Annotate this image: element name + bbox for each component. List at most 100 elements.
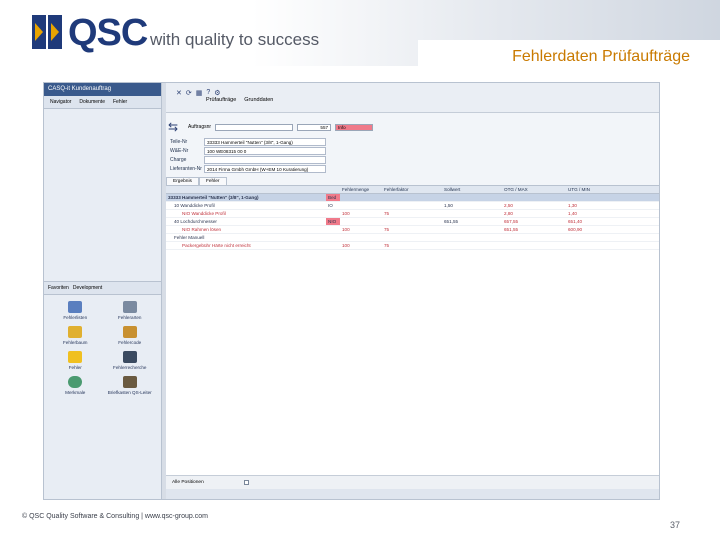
table-row[interactable]: 33333 Hammerteil "Nutten" (3/8", 1-Gang)… xyxy=(166,194,659,202)
table-row[interactable]: Packergebühr Härte nicht erreicht 100 75 xyxy=(166,242,659,250)
app-screenshot: CASQ-it Kundenauftrag Navigator Dokument… xyxy=(43,82,660,500)
left-tabs: Navigator Dokumente Fehler xyxy=(44,96,161,109)
cell-otg: 2,80 xyxy=(504,211,513,216)
cell-menge xyxy=(340,202,382,209)
lieferant-field[interactable]: 2014 Firma Gmbh GmbH (W+EM 10 Kuratierun… xyxy=(204,164,326,173)
navigator-area xyxy=(44,109,161,281)
we-nr-field[interactable]: 100 WE08315 00 0 xyxy=(204,146,326,155)
logo-text: QSC xyxy=(68,12,148,54)
cell-menge: 100 xyxy=(342,243,350,248)
table-row[interactable]: NIO Rahmen lösen 100 75 651,55 600,90 xyxy=(166,226,659,234)
fav-fehlerarten[interactable]: Fehlerarten xyxy=(103,301,158,320)
cell-soll xyxy=(442,210,502,217)
toolbar-pruefauftraege[interactable]: Prüfaufträge xyxy=(206,97,236,103)
toolbar-labels: Prüfaufträge Grunddaten xyxy=(206,97,273,103)
fav-fehlerbaum[interactable]: Fehlerbaum xyxy=(48,326,103,345)
col-header[interactable]: Sollwert xyxy=(442,186,502,193)
status-bar xyxy=(166,489,659,499)
form-label: Lieferanten-Nr xyxy=(170,165,202,172)
tab-development[interactable]: Development xyxy=(73,285,102,291)
defect-grid: Fehlermenge Fehlerfaktor Sollwert OTG / … xyxy=(166,185,659,475)
table-row[interactable]: Fehler Manuell xyxy=(166,234,659,242)
table-row[interactable]: 10 Wanddicke Profil IO 1,50 2,50 1,30 xyxy=(166,202,659,210)
fav-fehlerlisten[interactable]: Fehlerlisten xyxy=(48,301,103,320)
col-header[interactable]: OTG / MAX xyxy=(502,186,566,193)
form-label: W&E-Nr xyxy=(170,147,189,154)
tab-fehler[interactable]: Fehler xyxy=(111,99,129,105)
teile-nr-field[interactable]: 33333 Hammerteil "Nutten" (3/8", 1-Gang) xyxy=(204,137,326,146)
tab-dokumente[interactable]: Dokumente xyxy=(77,99,107,105)
fav-label: Fehlerarten xyxy=(118,315,142,320)
fav-briefkasten[interactable]: Briefkasten QS-Leiter xyxy=(103,376,158,395)
cell-menge xyxy=(340,194,382,201)
cell-menge: 100 xyxy=(342,211,350,216)
cell-soll xyxy=(442,194,502,201)
refresh-icon[interactable]: ⟳ xyxy=(186,89,192,97)
fav-merkmale[interactable]: Merkmale xyxy=(48,376,103,395)
copyright: © QSC Quality Software & Consulting | ww… xyxy=(22,513,208,520)
cell-name: NIO Wanddicke Profil xyxy=(182,211,226,216)
cell-utg: 651,40 xyxy=(568,219,583,224)
fav-fehlercode[interactable]: Fehlercode xyxy=(103,326,158,345)
cell-utg: 600,90 xyxy=(568,227,583,232)
main-panel: ✕ ⟳ ▦ ? ⚙ Prüfaufträge Grunddaten ⇆ Auft… xyxy=(166,83,659,499)
toolbar-grunddaten[interactable]: Grunddaten xyxy=(244,97,273,103)
cell-otg: 657,55 xyxy=(504,219,519,224)
cell-name: NIO Rahmen lösen xyxy=(182,227,222,232)
qsc-logo-icon xyxy=(32,15,64,49)
fav-fehler[interactable]: Fehler xyxy=(48,351,103,370)
cell-utg xyxy=(566,234,626,241)
col-header[interactable]: Fehlermenge xyxy=(340,186,382,193)
list-icon xyxy=(68,301,83,313)
close-icon[interactable]: ✕ xyxy=(176,89,182,97)
cell-flag xyxy=(326,210,340,217)
charge-field[interactable] xyxy=(204,155,326,164)
status-field: Info xyxy=(335,123,374,131)
grid-icon[interactable]: ▦ xyxy=(196,89,203,97)
cell-soll xyxy=(442,234,502,241)
tab-favoriten[interactable]: Favoriten xyxy=(48,285,69,291)
cell-flag xyxy=(326,234,340,241)
toolbar-icons: ✕ ⟳ ▦ ? ⚙ xyxy=(176,89,221,97)
cell-faktor: 75 xyxy=(384,243,390,248)
cell-faktor xyxy=(382,234,442,241)
order-input[interactable] xyxy=(215,123,294,131)
fav-fehlerrecherche[interactable]: Fehlerrecherche xyxy=(103,351,158,370)
help-icon[interactable]: ? xyxy=(206,89,210,97)
cell-otg xyxy=(502,234,566,241)
settings-icon[interactable]: ⚙ xyxy=(214,89,220,97)
fav-label: Briefkasten QS-Leiter xyxy=(107,390,152,395)
fav-label: Fehlerlisten xyxy=(63,315,88,320)
order-form: Teile-Nr 33333 Hammerteil "Nutten" (3/8"… xyxy=(166,137,659,173)
cell-flag xyxy=(326,226,340,233)
cell-utg xyxy=(566,194,626,201)
table-row[interactable]: NIO Wanddicke Profil 100 75 2,80 1,40 xyxy=(166,210,659,218)
all-positions-checkbox[interactable] xyxy=(243,480,249,485)
search-icon xyxy=(122,351,137,363)
all-positions-label: Alle Positionen xyxy=(172,480,204,485)
cell-otg: 2,50 xyxy=(504,203,513,208)
col-header[interactable] xyxy=(166,186,326,193)
left-panel-title: CASQ-it Kundenauftrag xyxy=(44,83,161,96)
tagline: with quality to success xyxy=(150,30,320,49)
cell-otg xyxy=(502,242,566,249)
cell-name: Fehler Manuell xyxy=(174,235,205,240)
cell-soll: 1,50 xyxy=(444,203,453,208)
grid-header: Fehlermenge Fehlerfaktor Sollwert OTG / … xyxy=(166,186,659,194)
tab-navigator[interactable]: Navigator xyxy=(48,99,73,105)
cell-soll: 651,55 xyxy=(444,219,459,224)
cell-menge: 100 xyxy=(342,227,350,232)
cell-faktor: 75 xyxy=(384,227,390,232)
form-label: Charge xyxy=(170,156,187,163)
col-header[interactable]: Fehlerfaktor xyxy=(382,186,442,193)
cell-otg xyxy=(502,194,566,201)
cell-utg: 1,40 xyxy=(568,211,577,216)
col-header[interactable]: UTG / MIN xyxy=(566,186,626,193)
col-header[interactable] xyxy=(326,186,340,193)
slide-title: Fehlerdaten Prüfaufträge xyxy=(418,40,720,76)
navigate-icon[interactable]: ⇆ xyxy=(168,119,184,135)
cell-otg: 651,55 xyxy=(504,227,519,232)
toolbar: ✕ ⟳ ▦ ? ⚙ Prüfaufträge Grunddaten xyxy=(166,83,659,113)
order-number-input[interactable]: 557 xyxy=(297,123,332,131)
table-row[interactable]: 40 Lochdurchmesser NIO 651,55 657,55 651… xyxy=(166,218,659,226)
